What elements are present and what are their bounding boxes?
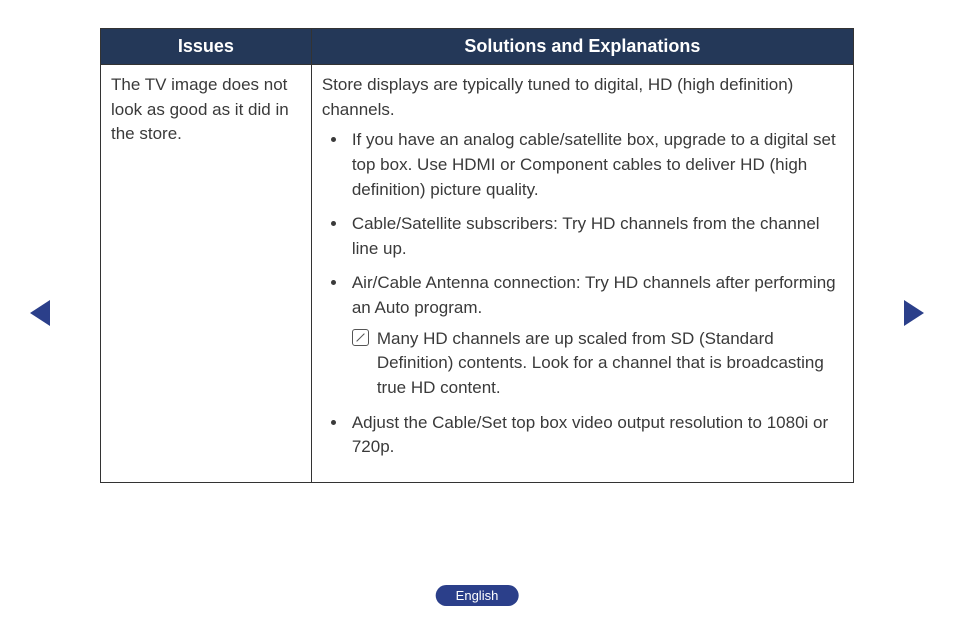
- note-text: Many HD channels are up scaled from SD (…: [377, 327, 843, 401]
- list-item: Air/Cable Antenna connection: Try HD cha…: [348, 271, 843, 400]
- language-badge[interactable]: English: [436, 585, 519, 606]
- issue-cell: The TV image does not look as good as it…: [101, 65, 312, 483]
- solution-list: If you have an analog cable/satellite bo…: [322, 128, 843, 460]
- list-item: Adjust the Cable/Set top box video outpu…: [348, 411, 843, 460]
- solution-cell: Store displays are typically tuned to di…: [311, 65, 853, 483]
- header-issues: Issues: [101, 29, 312, 65]
- note-icon: [352, 329, 369, 346]
- list-item: Cable/Satellite subscribers: Try HD chan…: [348, 212, 843, 261]
- next-page-arrow[interactable]: [904, 300, 924, 326]
- table-row: The TV image does not look as good as it…: [101, 65, 854, 483]
- header-solutions: Solutions and Explanations: [311, 29, 853, 65]
- list-item: If you have an analog cable/satellite bo…: [348, 128, 843, 202]
- prev-page-arrow[interactable]: [30, 300, 50, 326]
- list-item-text: Air/Cable Antenna connection: Try HD cha…: [352, 273, 836, 317]
- note-row: Many HD channels are up scaled from SD (…: [352, 327, 843, 401]
- page-content: Issues Solutions and Explanations The TV…: [0, 0, 954, 483]
- solution-intro: Store displays are typically tuned to di…: [322, 73, 843, 122]
- troubleshooting-table: Issues Solutions and Explanations The TV…: [100, 28, 854, 483]
